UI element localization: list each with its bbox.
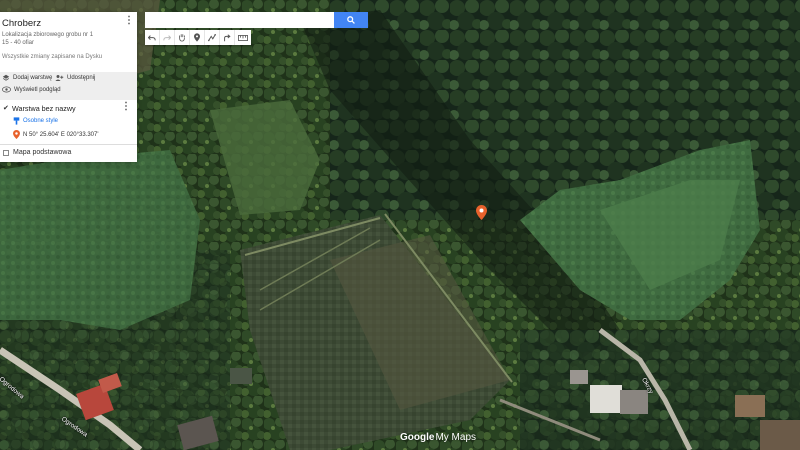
- search-button[interactable]: [334, 12, 368, 28]
- layer-options-icon[interactable]: ⋮: [121, 102, 131, 112]
- add-marker-button[interactable]: [190, 30, 205, 45]
- map-panel: Chroberz ⋮ Lokalizacja zbiorowego grobu …: [0, 12, 137, 162]
- basemap-item[interactable]: Mapa podstawowa: [3, 149, 71, 156]
- individual-styles-link[interactable]: Osobne style: [13, 117, 58, 125]
- search-input[interactable]: [145, 12, 334, 28]
- mymaps-wordmark: My Maps: [435, 432, 477, 443]
- map-title[interactable]: Chroberz: [2, 18, 41, 29]
- description-line-2: 15 - 40 ofiar: [2, 39, 35, 46]
- ruler-icon: [237, 34, 248, 41]
- map-toolbar: [145, 30, 251, 45]
- layer-title[interactable]: Warstwa bez nazwy: [12, 104, 76, 113]
- undo-button[interactable]: [145, 30, 160, 45]
- description-line-1: Lokalizacja zbiorowego grobu nr 1: [2, 32, 94, 38]
- hand-icon: [179, 34, 185, 42]
- directions-button[interactable]: [220, 30, 235, 45]
- google-wordmark: Google: [400, 432, 435, 443]
- eye-icon: [2, 86, 11, 93]
- location-marker-icon[interactable]: [476, 205, 487, 220]
- preview-label: Wyświetl podgląd: [14, 86, 61, 93]
- share-label: Udostępnij: [67, 75, 96, 81]
- line-icon: [208, 33, 216, 41]
- add-layer-label: Dodaj warstwę: [13, 75, 53, 81]
- map-description[interactable]: Lokalizacja zbiorowego grobu nr 1 15 - 4…: [2, 32, 112, 47]
- panel-actions: Dodaj warstwę Udostępnij Wyświetl podglą…: [0, 72, 137, 100]
- undo-icon: [148, 34, 156, 40]
- draw-line-button[interactable]: [205, 30, 220, 45]
- layers-icon: [2, 74, 10, 81]
- layer-visibility-checkbox[interactable]: ✔: [3, 104, 9, 112]
- preview-button[interactable]: Wyświetl podgląd: [2, 86, 61, 93]
- panel-divider: [0, 144, 137, 145]
- map-options-icon[interactable]: ⋮: [124, 16, 134, 26]
- share-icon: [55, 75, 64, 81]
- measure-button[interactable]: [235, 30, 250, 45]
- add-layer-button[interactable]: Dodaj warstwę: [2, 74, 52, 82]
- basemap-label: Mapa podstawowa: [13, 149, 72, 156]
- redo-icon: [163, 34, 171, 40]
- pin-icon: [13, 130, 20, 139]
- point-label: N 50° 25.604' E 020°33.307': [23, 131, 99, 138]
- search-icon: [347, 16, 355, 24]
- google-my-maps-logo: GoogleMy Maps: [400, 432, 476, 443]
- individual-styles-label: Osobne style: [23, 118, 59, 124]
- basemap-toggle-icon[interactable]: [3, 149, 9, 156]
- directions-icon: [224, 33, 231, 41]
- layer-point-item[interactable]: N 50° 25.604' E 020°33.307': [13, 130, 98, 139]
- share-button[interactable]: Udostępnij: [55, 74, 95, 82]
- redo-button[interactable]: [160, 30, 175, 45]
- save-status: Wszystkie zmiany zapisane na Dysku: [2, 54, 103, 60]
- marker-icon: [194, 33, 200, 42]
- pan-tool-button[interactable]: [175, 30, 190, 45]
- paint-icon: [13, 117, 20, 125]
